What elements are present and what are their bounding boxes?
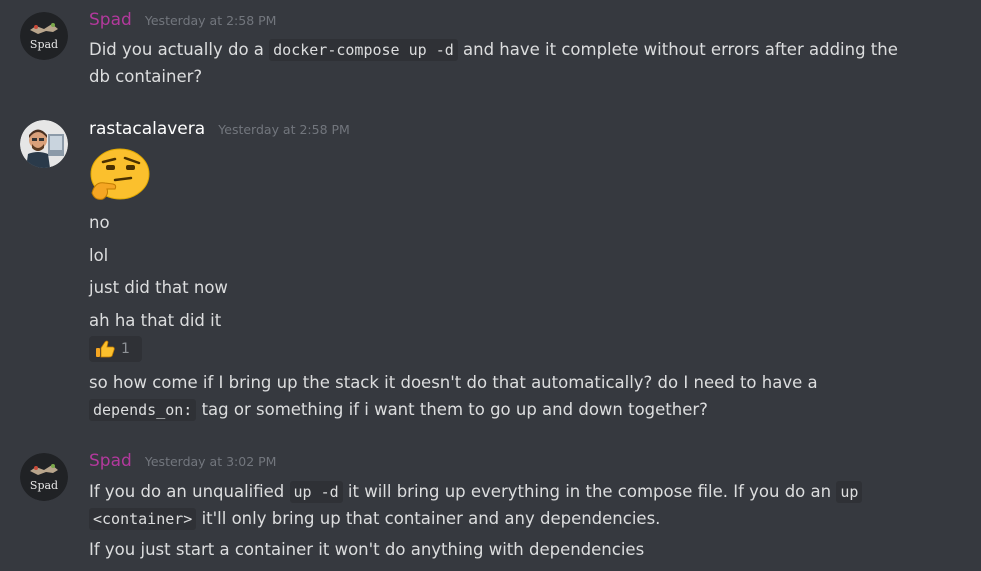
- inline-code: docker-compose up -d: [269, 39, 458, 61]
- timestamp: Yesterday at 2:58 PM: [218, 122, 350, 137]
- avatar-rastacalavera[interactable]: [20, 120, 68, 168]
- message-header: Spad Yesterday at 3:02 PM: [89, 451, 276, 471]
- message-line: Did you actually do a docker-compose up …: [89, 36, 898, 64]
- message-line: If you do an unqualified up -d it will b…: [89, 478, 863, 506]
- text-segment: If you do an unqualified: [89, 482, 290, 501]
- avatar-label: Spad: [30, 38, 58, 51]
- message-header: rastacalavera Yesterday at 2:58 PM: [89, 119, 350, 139]
- username[interactable]: Spad: [89, 451, 132, 471]
- text-segment: tag or something if i want them to go up…: [196, 400, 708, 419]
- text-segment: and have it complete without errors afte…: [457, 40, 898, 59]
- message-line: db container?: [89, 63, 202, 90]
- inline-code: depends_on:: [89, 399, 197, 421]
- text-segment: no: [89, 213, 110, 232]
- timestamp: Yesterday at 2:58 PM: [144, 13, 277, 28]
- message-line: ah ha that did it: [89, 307, 221, 334]
- message-line: so how come if I bring up the stack it d…: [89, 369, 818, 396]
- username[interactable]: rastacalavera: [89, 119, 205, 139]
- thinking-face-emoji-icon: [89, 147, 151, 203]
- text-segment: db container?: [89, 67, 203, 86]
- avatar-spad[interactable]: Spad: [20, 12, 68, 60]
- message-line: lol: [89, 242, 108, 269]
- text-segment: it'll only bring up that container and a…: [196, 509, 661, 528]
- text-segment: lol: [89, 246, 109, 265]
- reaction-count: 1: [121, 341, 130, 357]
- text-segment: so how come if I bring up the stack it d…: [89, 373, 818, 392]
- inline-code: up: [836, 481, 863, 503]
- message-line: If you just start a container it won't d…: [89, 536, 644, 563]
- avatar-spad[interactable]: Spad: [20, 453, 68, 501]
- username[interactable]: Spad: [89, 10, 132, 30]
- spad-avatar-icon: Spad: [20, 12, 68, 60]
- inline-code: up -d: [289, 481, 343, 503]
- text-segment: If you just start a container it won't d…: [89, 540, 645, 559]
- avatar-label: Spad: [30, 479, 58, 492]
- timestamp: Yesterday at 3:02 PM: [144, 454, 277, 469]
- rastacalavera-avatar-icon: [20, 120, 68, 168]
- message-line: no: [89, 209, 110, 236]
- text-segment: Did you actually do a: [89, 40, 270, 59]
- reaction-thumbs-up[interactable]: 1: [89, 336, 142, 362]
- thumbs-up-icon: [96, 340, 115, 358]
- message-header: Spad Yesterday at 2:58 PM: [89, 10, 276, 30]
- message-line: <container> it'll only bring up that con…: [89, 505, 660, 533]
- text-segment: it will bring up everything in the compo…: [342, 482, 837, 501]
- spad-avatar-icon: Spad: [20, 453, 68, 501]
- inline-code: <container>: [89, 508, 197, 530]
- message-line: just did that now: [89, 274, 228, 301]
- text-segment: just did that now: [89, 278, 228, 297]
- message-line: depends_on: tag or something if i want t…: [89, 396, 708, 424]
- text-segment: ah ha that did it: [89, 311, 222, 330]
